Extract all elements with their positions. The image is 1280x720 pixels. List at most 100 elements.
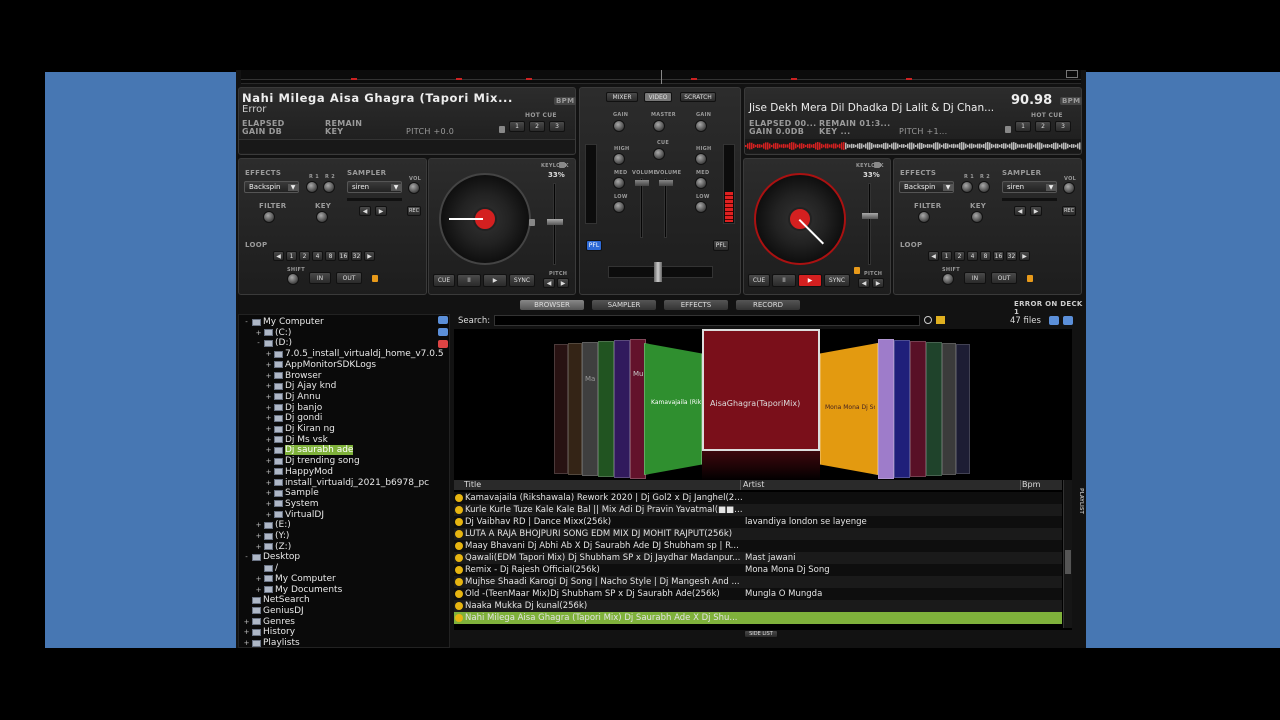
cover-left-1[interactable]: Kamavajaila (Rikshawala) Rework [644,343,702,475]
expand-icon[interactable]: + [265,479,272,487]
expand-icon[interactable]: + [265,457,272,465]
expand-icon[interactable]: + [243,618,250,626]
tree-item[interactable]: + (Z:) [255,542,292,552]
mixer-tab[interactable]: MIXER [606,92,638,102]
deck2-jogwheel[interactable] [754,173,846,265]
deck1-sampler-prev[interactable]: ◀ [359,206,371,216]
expand-icon[interactable]: + [255,329,262,337]
table-row[interactable]: Remix - Dj Rajesh Official(256k) Mona Mon… [454,564,1062,576]
deck1-loop-out-button[interactable]: OUT [336,272,362,284]
collapse-icon[interactable]: - [243,318,250,326]
cover-right-6[interactable] [942,343,956,475]
tree-item[interactable]: - Desktop [243,552,300,562]
expand-icon[interactable]: + [265,372,272,380]
tree-item[interactable]: - (D:) [255,338,292,348]
tree-item[interactable]: + Genres [243,617,295,627]
deck2-sampler-dropdown[interactable]: siren ▼ [1002,181,1057,193]
deck1-sampler-vol-knob[interactable] [408,182,420,194]
tree-item[interactable]: + Browser [265,371,322,381]
cover-right-7[interactable] [956,344,970,474]
expand-icon[interactable]: + [255,575,262,583]
deck2-loop-4[interactable]: 4 [967,251,978,261]
deck1-hotcue-3[interactable]: 3 [549,121,565,132]
tree-item[interactable]: + install_virtualdj_2021_b6978_pc [265,478,430,488]
deck2-loop-1[interactable]: 1 [941,251,952,261]
cover-right-4[interactable] [910,341,926,477]
deck2-loop-out-button[interactable]: OUT [991,272,1017,284]
deck1-effect-param2-knob[interactable] [323,181,335,193]
tree-item[interactable]: NetSearch [243,595,310,605]
column-artist[interactable]: Artist [743,480,764,489]
high-knob-left[interactable] [613,153,625,165]
remove-folder-icon[interactable] [438,340,448,348]
deck1-loop-32[interactable]: 32 [351,251,362,261]
expand-icon[interactable]: + [265,382,272,390]
expand-icon[interactable]: + [265,446,272,454]
med-knob-left[interactable] [613,177,625,189]
cover-right-5[interactable] [926,342,942,476]
deck2-play-button[interactable]: ▶ [798,274,822,287]
collapse-icon[interactable]: - [243,553,250,561]
expand-icon[interactable]: + [265,468,272,476]
deck1-loop-1[interactable]: 1 [286,251,297,261]
tree-item[interactable]: + Dj Kiran ng [265,424,335,434]
med-knob-right[interactable] [695,177,707,189]
gain-knob-left[interactable] [613,120,625,132]
volume-fader-right[interactable] [659,180,673,186]
deck2-sampler-vol-knob[interactable] [1063,182,1075,194]
cover-left-3[interactable] [614,340,630,478]
expand-icon[interactable]: + [265,511,272,519]
tree-item[interactable]: + System [265,499,319,509]
table-row[interactable]: Nahi Milega Aisa Ghagra (Tapori Mix) Dj … [454,612,1062,624]
deck1-loop-next[interactable]: ▶ [364,251,375,261]
waveform-overview[interactable] [241,70,1081,84]
deck1-loop-8[interactable]: 8 [325,251,336,261]
expand-icon[interactable]: + [243,639,250,647]
deck1-jogwheel[interactable] [439,173,531,265]
cover-right-2[interactable] [878,339,894,479]
deck1-loop-2[interactable]: 2 [299,251,310,261]
cover-left-7[interactable] [554,344,568,474]
info-icon[interactable] [1063,316,1073,325]
collapse-icon[interactable]: - [255,339,262,347]
deck1-effect-dropdown[interactable]: Backspin ▼ [244,181,299,193]
table-row[interactable]: Kurle Kurle Tuze Kale Kale Bal || Mix Ad… [454,504,1062,516]
expand-icon[interactable]: + [255,532,262,540]
deck1-effect-param1-knob[interactable] [306,181,318,193]
deck1-sampler-next[interactable]: ▶ [375,206,387,216]
deck1-loop-in-button[interactable]: IN [309,272,331,284]
tree-item[interactable]: + My Computer [255,574,336,584]
table-row[interactable]: Dj Vaibhav RD | Dance Mixx(256k) lavandiy… [454,516,1062,528]
expand-icon[interactable]: + [243,628,250,636]
deck2-sync-button[interactable]: SYNC [824,274,850,287]
table-row[interactable]: Qawali(EDM Tapori Mix) Dj Shubham SP x D… [454,552,1062,564]
tree-item[interactable]: + VirtualDJ [265,510,324,520]
track-list-scrollbar[interactable] [1063,480,1072,628]
expand-icon[interactable]: + [255,586,262,594]
view-options-icon[interactable] [1049,316,1059,325]
tree-item[interactable]: + Sample [265,488,319,498]
tree-item[interactable]: + Dj Ms vsk [265,435,328,445]
deck1-sync-button[interactable]: SYNC [509,274,535,287]
expand-icon[interactable]: + [265,414,272,422]
deck1-pause-button[interactable]: II [457,274,481,287]
deck2-sampler-prev[interactable]: ◀ [1014,206,1026,216]
deck1-pitch-slider[interactable] [547,219,563,225]
cover-right-3[interactable] [894,340,910,478]
tree-item[interactable]: + Dj gondi [265,413,323,423]
tree-item[interactable]: GeniusDJ [243,606,304,616]
search-input[interactable] [494,315,920,326]
low-knob-right[interactable] [695,201,707,213]
deck1-hotcue-1[interactable]: 1 [509,121,525,132]
tree-item[interactable]: + History [243,627,295,637]
deck2-loop-16[interactable]: 16 [993,251,1004,261]
deck2-rec-button[interactable]: REC [1062,206,1076,216]
deck1-waveform[interactable] [239,139,575,153]
deck2-loop-next[interactable]: ▶ [1019,251,1030,261]
cover-right-1[interactable]: Mona Mona Dj Song [820,343,878,475]
deck1-shift-knob[interactable] [287,273,299,285]
deck1-loop-16[interactable]: 16 [338,251,349,261]
deck1-sampler-dropdown[interactable]: siren ▼ [347,181,402,193]
table-row[interactable]: Kamavajaila (Rikshawala) Rework 2020 | D… [454,492,1062,504]
deck2-loop-8[interactable]: 8 [980,251,991,261]
